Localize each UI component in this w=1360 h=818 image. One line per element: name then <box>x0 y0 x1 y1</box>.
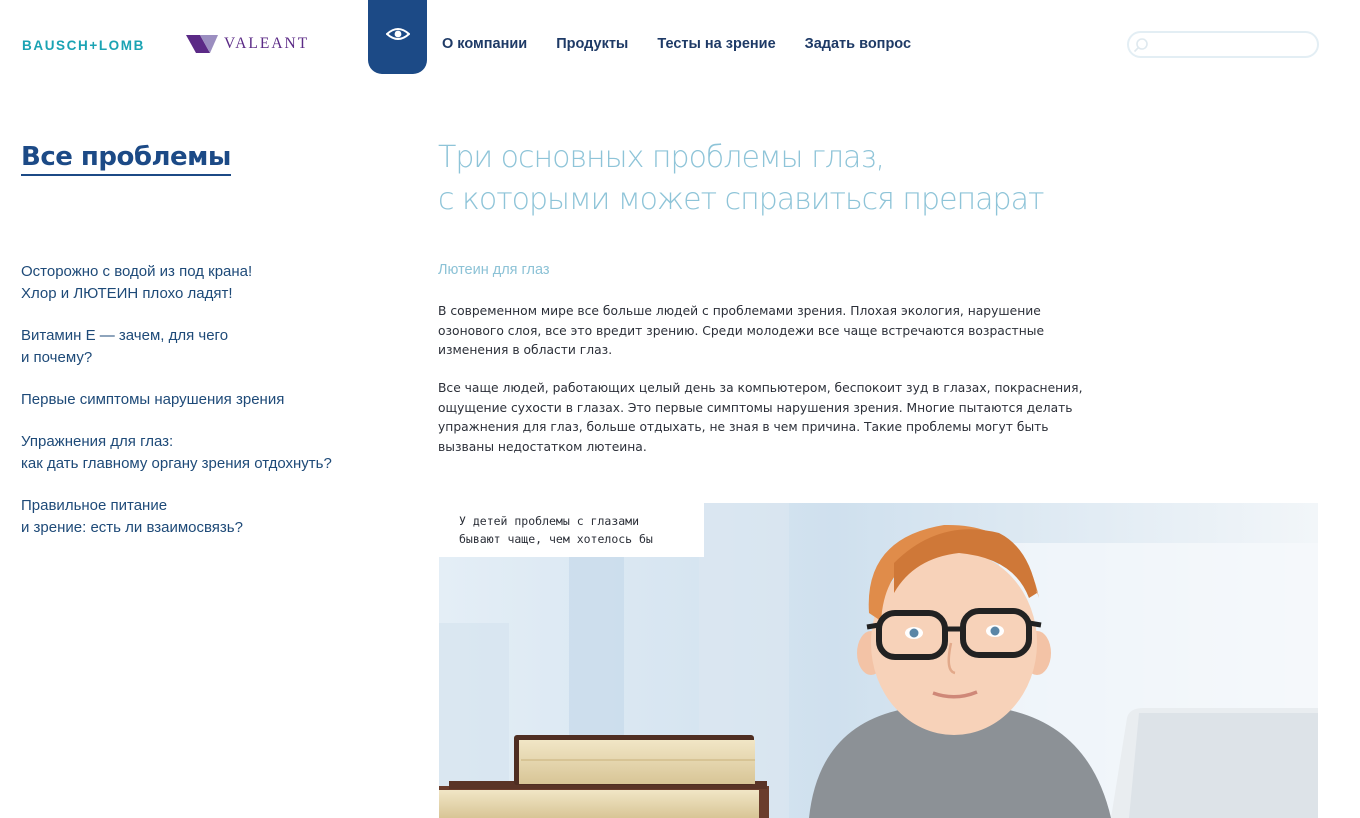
home-eye-tab[interactable] <box>368 0 427 74</box>
section-subheading: Лютеин для глаз <box>438 262 550 278</box>
sidebar-title-all-problems[interactable]: Все проблемы <box>21 142 231 176</box>
sidebar-item-first-symptoms[interactable]: Первые симптомы нарушения зрения <box>21 389 381 411</box>
valeant-mark-icon <box>186 35 218 53</box>
sidebar-item-vitamin-e[interactable]: Витамин Е — зачем, для чего и почему? <box>21 325 381 369</box>
nav-vision-tests[interactable]: Тесты на зрение <box>657 36 775 52</box>
search-icon <box>1133 38 1148 53</box>
search-box[interactable] <box>1127 31 1319 58</box>
valeant-wordmark: VALEANT <box>224 35 310 52</box>
nav-ask-question[interactable]: Задать вопрос <box>805 36 911 52</box>
photo-caption: У детей проблемы с глазами бывают чаще, … <box>439 503 704 557</box>
page-title: Три основных проблемы глаз, с которыми м… <box>438 140 1044 217</box>
sidebar-list: Осторожно с водой из под крана! Хлор и Л… <box>21 261 381 559</box>
bausch-lomb-logo[interactable]: BAUSCH+LOMB <box>22 38 145 53</box>
nav-products[interactable]: Продукты <box>556 36 628 52</box>
article-paragraph-2: Все чаще людей, работающих целый день за… <box>438 381 1083 454</box>
sidebar-item-eye-exercises[interactable]: Упражнения для глаз: как дать главному о… <box>21 431 381 475</box>
search-input[interactable] <box>1153 33 1317 58</box>
sidebar-item-nutrition[interactable]: Правильное питание и зрение: есть ли вза… <box>21 495 381 539</box>
article-paragraph-1: В современном мире все больше людей с пр… <box>438 304 1045 357</box>
main-nav: О компании Продукты Тесты на зрение Зада… <box>442 36 940 52</box>
eye-icon <box>385 28 410 40</box>
valeant-logo[interactable]: VALEANT <box>186 33 309 55</box>
nav-about[interactable]: О компании <box>442 36 527 52</box>
sidebar-item-tap-water[interactable]: Осторожно с водой из под крана! Хлор и Л… <box>21 261 381 305</box>
